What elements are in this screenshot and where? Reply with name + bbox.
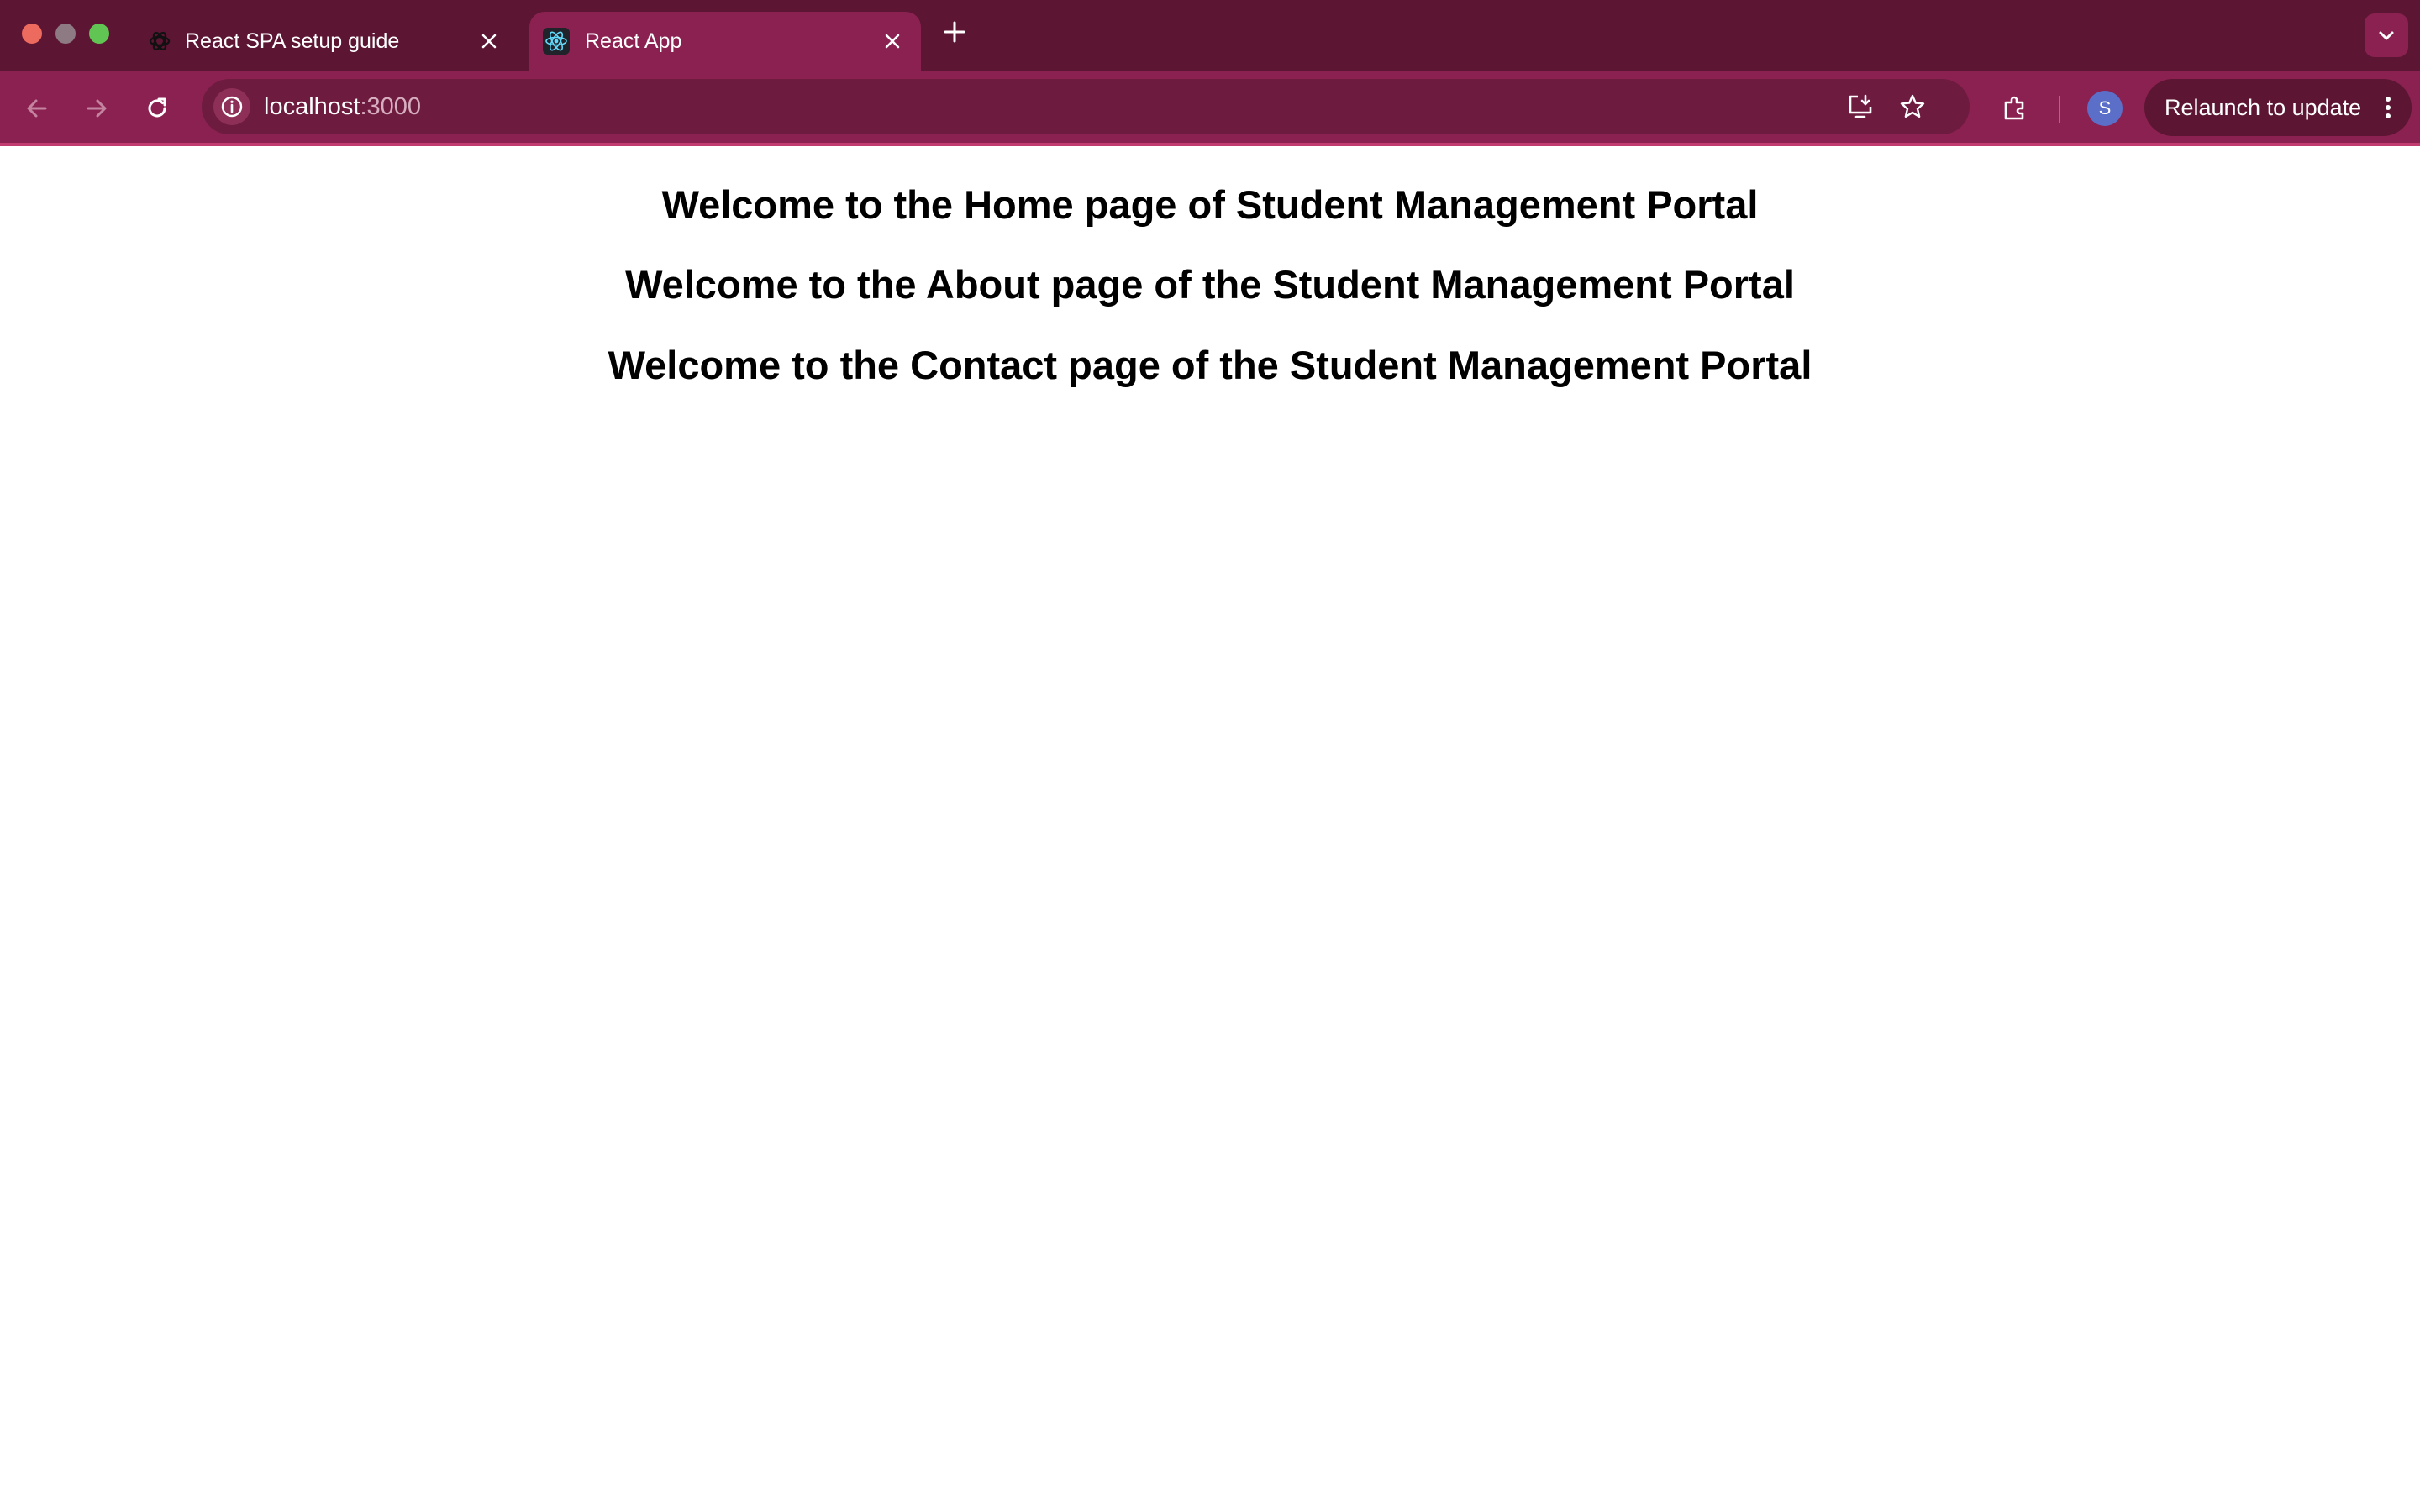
tab-strip: React SPA setup guide React App [0, 0, 2420, 71]
new-tab-button[interactable] [939, 17, 970, 47]
site-info-button[interactable] [213, 88, 250, 125]
home-heading: Welcome to the Home page of Student Mana… [661, 182, 1759, 227]
openai-logo-icon [146, 28, 173, 55]
react-logo-icon [543, 28, 570, 55]
install-app-icon [1849, 94, 1872, 118]
address-bar[interactable]: localhost:3000 [202, 79, 1970, 134]
tab-search-button[interactable] [2365, 13, 2408, 57]
browser-toolbar: localhost:3000 S Relaunch to update [0, 71, 2420, 146]
back-button[interactable] [17, 88, 57, 129]
arrow-left-icon [27, 99, 47, 118]
relaunch-label: Relaunch to update [2165, 95, 2362, 120]
window-minimize-button[interactable] [55, 24, 76, 44]
install-app-button[interactable] [1844, 90, 1877, 123]
chevron-down-icon [2379, 31, 2394, 40]
url-host: localhost [264, 93, 360, 120]
forward-button[interactable] [76, 88, 117, 129]
toolbar-divider [2059, 96, 2060, 123]
url-port: :3000 [360, 93, 422, 120]
contact-heading: Welcome to the Contact page of the Stude… [608, 343, 1812, 387]
window-maximize-button[interactable] [89, 24, 109, 44]
extensions-button[interactable] [1996, 90, 2033, 127]
info-icon [221, 96, 243, 118]
star-icon [1900, 94, 1925, 118]
reload-icon [148, 97, 166, 118]
url-text[interactable]: localhost:3000 [264, 93, 421, 121]
profile-avatar[interactable]: S [2087, 91, 2123, 126]
puzzle-icon [2004, 96, 2024, 120]
close-tab-icon[interactable] [477, 29, 501, 53]
tab-react-spa-setup-guide[interactable]: React SPA setup guide [134, 12, 518, 71]
arrow-right-icon [87, 99, 107, 118]
page-content: Welcome to the Home page of Student Mana… [0, 146, 2420, 1512]
browser-window: React SPA setup guide React App localhos… [0, 0, 2420, 1512]
reload-button[interactable] [137, 88, 177, 129]
tab-react-app[interactable]: React App [529, 12, 921, 71]
tab-title: React App [585, 29, 682, 53]
relaunch-to-update-button[interactable]: Relaunch to update [2144, 79, 2412, 136]
tab-title: React SPA setup guide [185, 29, 400, 53]
about-heading: Welcome to the About page of the Student… [625, 262, 1795, 307]
window-close-button[interactable] [22, 24, 42, 44]
more-vert-icon[interactable] [2380, 94, 2396, 121]
close-tab-icon[interactable] [881, 29, 904, 53]
bookmark-button[interactable] [1896, 90, 1929, 123]
plus-icon [944, 21, 965, 43]
